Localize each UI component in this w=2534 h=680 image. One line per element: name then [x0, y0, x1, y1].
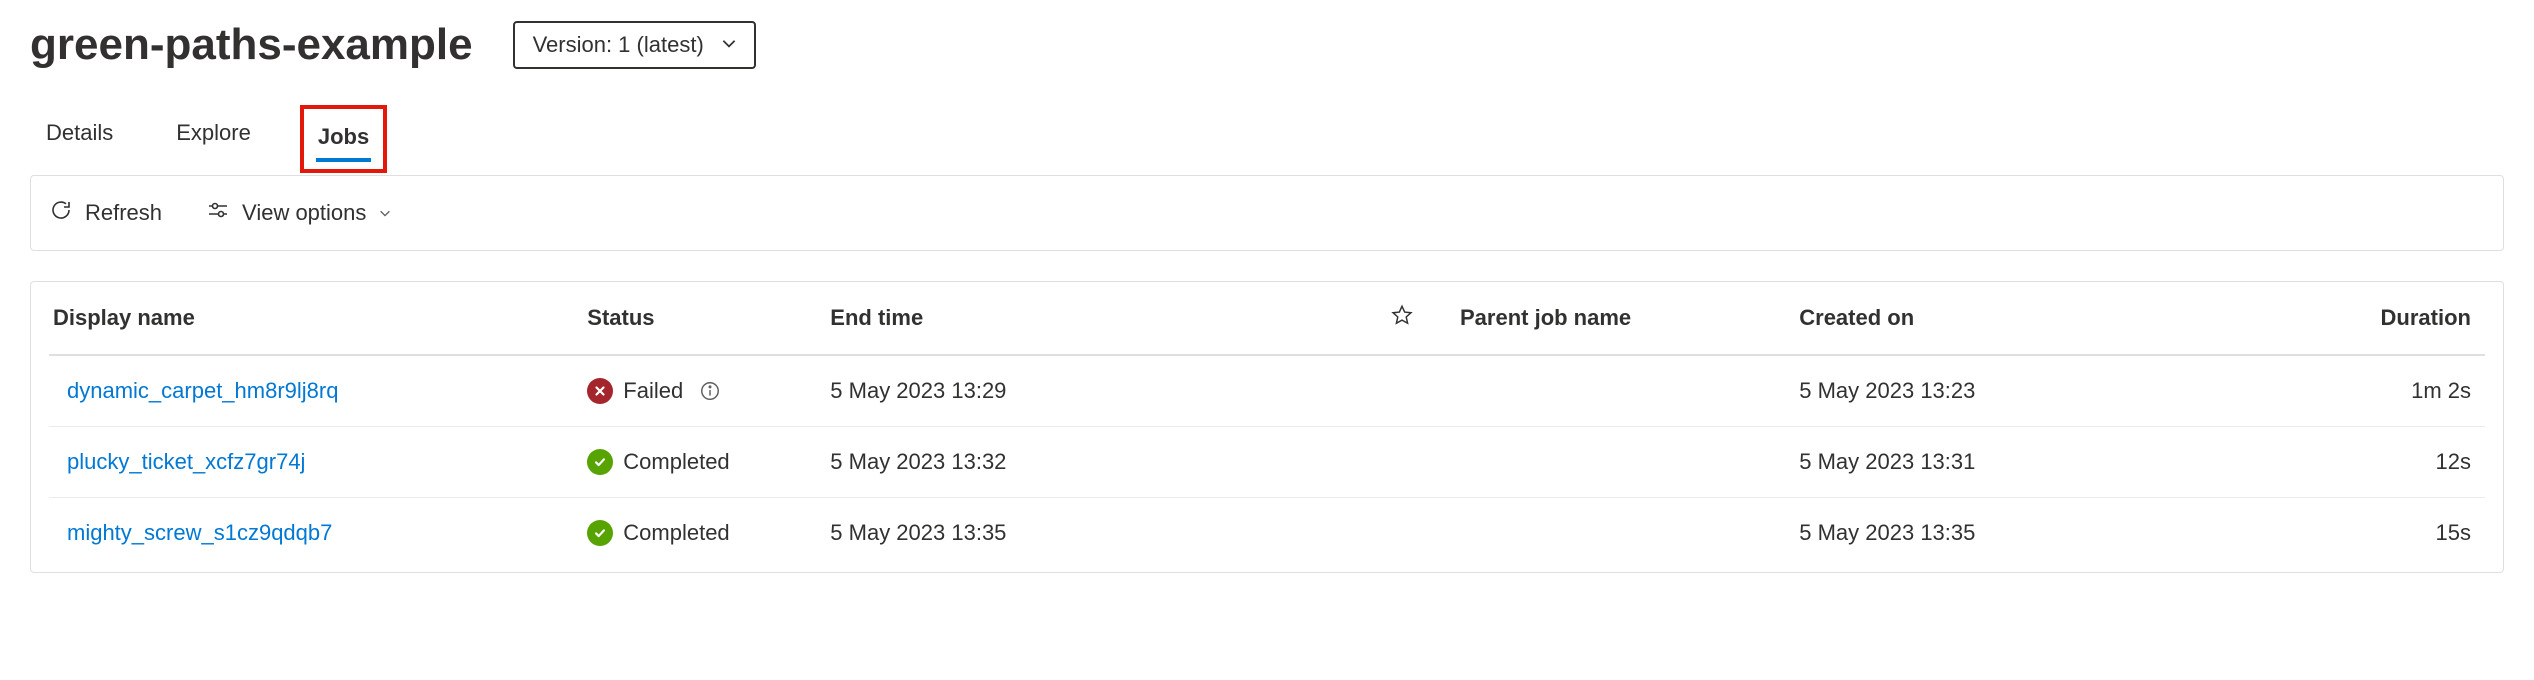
jobs-table: Display name Status End time Parent job …: [49, 282, 2485, 568]
header-end-time[interactable]: End time: [826, 282, 1359, 355]
favorite-cell[interactable]: [1359, 498, 1456, 569]
star-icon: [1391, 306, 1413, 331]
version-selector[interactable]: Version: 1 (latest): [513, 21, 756, 69]
completed-icon: [587, 520, 613, 546]
tab-explore[interactable]: Explore: [174, 110, 253, 160]
end-time-cell: 5 May 2023 13:35: [826, 498, 1359, 569]
completed-icon: [587, 449, 613, 475]
toolbar: Refresh View options: [30, 175, 2504, 251]
created-on-cell: 5 May 2023 13:31: [1795, 427, 2376, 498]
job-name-link[interactable]: plucky_ticket_xcfz7gr74j: [67, 449, 305, 474]
end-time-cell: 5 May 2023 13:32: [826, 427, 1359, 498]
created-on-cell: 5 May 2023 13:23: [1795, 355, 2376, 427]
table-row: plucky_ticket_xcfz7gr74j Completed 5 May 2…: [49, 427, 2485, 498]
sliders-icon: [206, 198, 230, 228]
view-options-label: View options: [242, 200, 366, 226]
header-display-name[interactable]: Display name: [49, 282, 583, 355]
table-row: dynamic_carpet_hm8r9lj8rq Failed 5 May 202…: [49, 355, 2485, 427]
header-status[interactable]: Status: [583, 282, 826, 355]
jobs-table-container: Display name Status End time Parent job …: [30, 281, 2504, 573]
parent-job-cell: [1456, 355, 1795, 427]
header: green-paths-example Version: 1 (latest): [30, 20, 2504, 70]
chevron-down-icon: [720, 32, 738, 58]
created-on-cell: 5 May 2023 13:35: [1795, 498, 2376, 569]
status-text: Failed: [623, 378, 683, 404]
table-header-row: Display name Status End time Parent job …: [49, 282, 2485, 355]
tab-details[interactable]: Details: [44, 110, 115, 160]
table-row: mighty_screw_s1cz9qdqb7 Completed 5 May 20…: [49, 498, 2485, 569]
end-time-cell: 5 May 2023 13:29: [826, 355, 1359, 427]
status-cell: Completed: [587, 449, 812, 475]
parent-job-cell: [1456, 427, 1795, 498]
version-label: Version: 1 (latest): [533, 32, 704, 58]
chevron-down-icon: [378, 200, 392, 226]
status-cell: Failed: [587, 378, 812, 404]
status-text: Completed: [623, 520, 729, 546]
tab-jobs[interactable]: Jobs: [316, 114, 371, 164]
page-title: green-paths-example: [30, 20, 473, 70]
header-duration[interactable]: Duration: [2377, 282, 2486, 355]
refresh-icon: [49, 198, 73, 228]
tabs: Details Explore Jobs: [30, 105, 2504, 173]
status-cell: Completed: [587, 520, 812, 546]
refresh-label: Refresh: [85, 200, 162, 226]
duration-cell: 12s: [2377, 427, 2486, 498]
view-options-button[interactable]: View options: [198, 194, 400, 232]
job-name-link[interactable]: mighty_screw_s1cz9qdqb7: [67, 520, 332, 545]
duration-cell: 15s: [2377, 498, 2486, 569]
failed-icon: [587, 378, 613, 404]
header-parent-job[interactable]: Parent job name: [1456, 282, 1795, 355]
header-favorite[interactable]: [1359, 282, 1456, 355]
job-name-link[interactable]: dynamic_carpet_hm8r9lj8rq: [67, 378, 338, 403]
refresh-button[interactable]: Refresh: [41, 194, 170, 232]
info-icon[interactable]: [699, 380, 721, 402]
status-text: Completed: [623, 449, 729, 475]
header-created-on[interactable]: Created on: [1795, 282, 2376, 355]
duration-cell: 1m 2s: [2377, 355, 2486, 427]
favorite-cell[interactable]: [1359, 355, 1456, 427]
parent-job-cell: [1456, 498, 1795, 569]
favorite-cell[interactable]: [1359, 427, 1456, 498]
